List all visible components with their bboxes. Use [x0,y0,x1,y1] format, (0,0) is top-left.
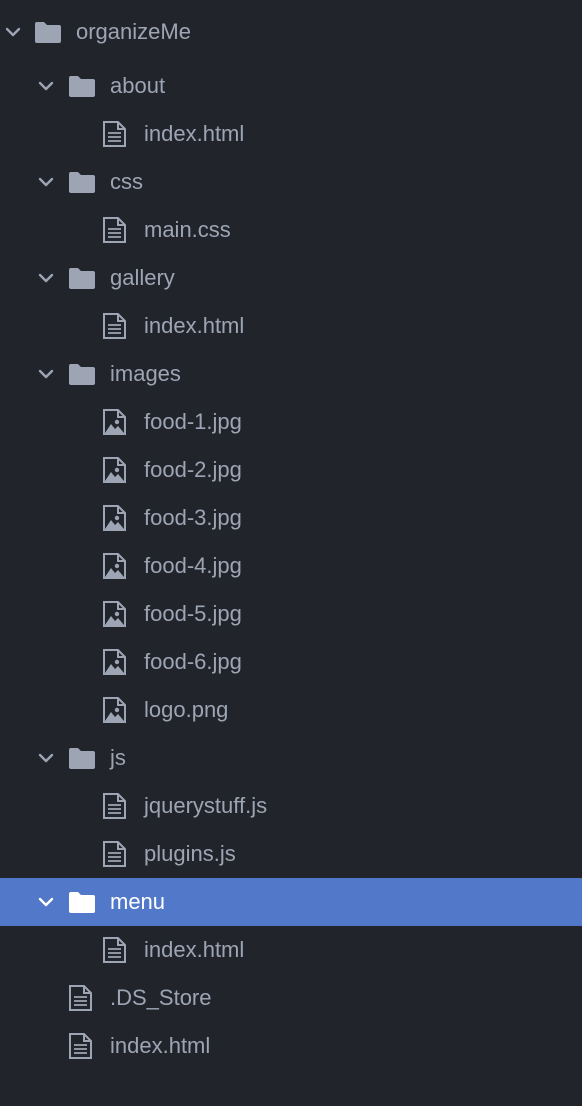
image-file-icon [100,456,130,484]
tree-item-label: gallery [110,265,175,290]
tree-file-logo-png[interactable]: logo.png [0,686,582,734]
tree-item-label: food-2.jpg [144,457,242,482]
chevron-down-icon[interactable] [36,268,56,288]
folder-icon [67,360,97,388]
tree-file-food-6-jpg[interactable]: food-6.jpg [0,638,582,686]
folder-icon [67,744,97,772]
tree-folder-js[interactable]: js [0,734,582,782]
tree-item-label: food-3.jpg [144,505,242,530]
tree-file-menu-index-html[interactable]: index.html [0,926,582,974]
tree-item-label: jquerystuff.js [144,793,268,818]
folder-icon [67,168,97,196]
chevron-down-icon[interactable] [36,748,56,768]
tree-item-label: plugins.js [144,841,236,866]
tree-file-food-4-jpg[interactable]: food-4.jpg [0,542,582,590]
chevron-down-icon[interactable] [36,172,56,192]
chevron-down-icon[interactable] [3,22,23,42]
file-text-icon [66,984,96,1012]
tree-item-label: index.html [144,937,245,962]
tree-item-label: food-5.jpg [144,601,242,626]
folder-icon [33,18,63,46]
folder-icon [67,888,97,916]
tree-item-label: index.html [144,121,245,146]
folder-icon [67,264,97,292]
tree-item-label: food-4.jpg [144,553,242,578]
image-file-icon [100,696,130,724]
tree-file-food-2-jpg[interactable]: food-2.jpg [0,446,582,494]
tree-item-label: food-1.jpg [144,409,242,434]
tree-item-label: menu [110,889,166,914]
image-file-icon [100,600,130,628]
tree-folder-images[interactable]: images [0,350,582,398]
tree-item-label: organizeMe [76,19,191,44]
tree-item-label: css [110,169,143,194]
tree-folder-about[interactable]: about [0,62,582,110]
chevron-down-icon[interactable] [36,76,56,96]
tree-file-main-css[interactable]: main.css [0,206,582,254]
tree-file-food-3-jpg[interactable]: food-3.jpg [0,494,582,542]
tree-file-ds-store[interactable]: .DS_Store [0,974,582,1022]
tree-file-gallery-index-html[interactable]: index.html [0,302,582,350]
image-file-icon [100,648,130,676]
tree-item-label: about [110,73,166,98]
tree-item-label: js [110,745,126,770]
tree-item-label: main.css [144,217,231,242]
chevron-down-icon[interactable] [36,892,56,912]
image-file-icon [100,504,130,532]
tree-file-food-1-jpg[interactable]: food-1.jpg [0,398,582,446]
tree-item-label: .DS_Store [110,985,212,1010]
file-text-icon [100,840,130,868]
file-text-icon [100,120,130,148]
file-text-icon [100,216,130,244]
tree-file-plugins-js[interactable]: plugins.js [0,830,582,878]
tree-file-root-index-html[interactable]: index.html [0,1022,582,1070]
tree-file-food-5-jpg[interactable]: food-5.jpg [0,590,582,638]
tree-folder-menu[interactable]: menu [0,878,582,926]
chevron-down-icon[interactable] [36,364,56,384]
tree-item-label: logo.png [144,697,229,722]
file-text-icon [100,936,130,964]
tree-folder-gallery[interactable]: gallery [0,254,582,302]
file-text-icon [100,312,130,340]
file-tree: organizeMe about index.html css main.css [0,0,582,1106]
folder-icon [67,72,97,100]
file-text-icon [66,1032,96,1060]
image-file-icon [100,408,130,436]
tree-file-about-index-html[interactable]: index.html [0,110,582,158]
tree-folder-css[interactable]: css [0,158,582,206]
tree-item-label: index.html [144,313,245,338]
tree-item-label: food-6.jpg [144,649,242,674]
tree-item-label: images [110,361,181,386]
tree-root-organizeme[interactable]: organizeMe [0,8,582,56]
image-file-icon [100,552,130,580]
tree-file-jquerystuff-js[interactable]: jquerystuff.js [0,782,582,830]
tree-item-label: index.html [110,1033,211,1058]
file-text-icon [100,792,130,820]
